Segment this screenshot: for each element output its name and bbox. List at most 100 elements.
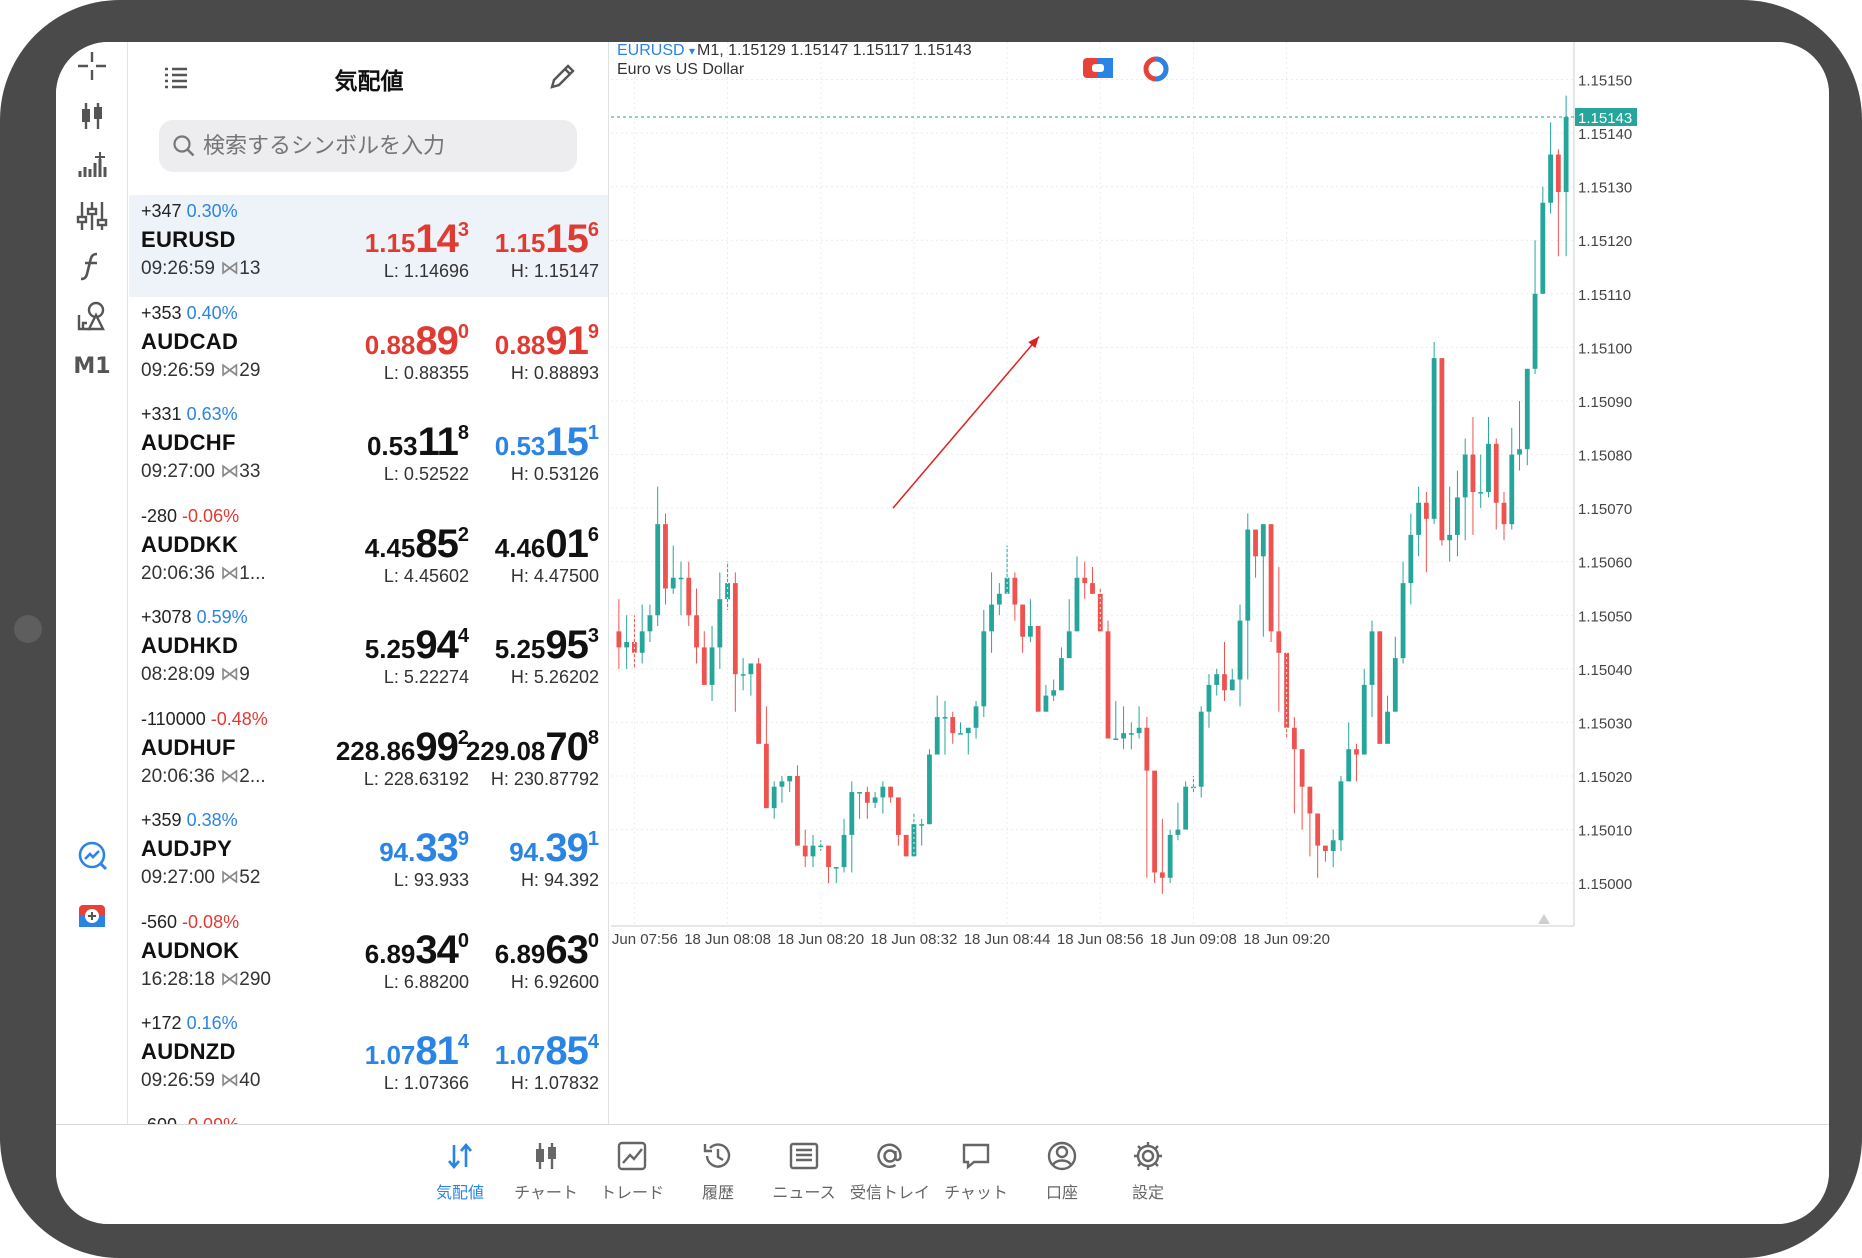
y-tick-label: 1.15140 [1578, 126, 1632, 143]
candle-body [1540, 202, 1546, 294]
ask-price[interactable]: 1.07854 [495, 1029, 599, 1074]
bid-prefix: 94. [379, 837, 416, 867]
edit-pencil-icon[interactable] [547, 62, 577, 92]
low-price: L: 0.88355 [383, 362, 469, 383]
volume-icon[interactable] [56, 142, 128, 190]
bid-price[interactable]: 94.339 [379, 826, 469, 871]
signal-ring-icon[interactable] [1141, 54, 1171, 84]
function-icon[interactable] [56, 242, 128, 290]
chart-symbol[interactable]: EURUSD ▾ [617, 42, 695, 60]
indicators-icon[interactable] [56, 192, 128, 240]
candle-body [903, 834, 909, 857]
chart-area[interactable]: 1.15150 1.15140 1.15130 1.15120 1.15110 1.151… [609, 42, 1829, 1124]
candle-body [756, 663, 762, 744]
tab-chat[interactable]: チャット [931, 1133, 1021, 1213]
candle-body [1423, 502, 1429, 519]
candle-body [958, 733, 963, 735]
bid-price[interactable]: 0.88890 [365, 319, 469, 364]
quote-row-partial[interactable]: -600 -0.09% [129, 1109, 608, 1125]
bid-prefix: 1.07 [364, 1040, 416, 1070]
bid-price[interactable]: 5.25944 [365, 623, 469, 668]
ask-point: 1 [587, 422, 599, 444]
quote-row-auddkk[interactable]: -280 -0.06% AUDDKK 20:06:36 ⋈1... 4.45852 4.… [129, 500, 608, 602]
candle-body [942, 717, 948, 719]
time-value: 09:27:00 [141, 867, 215, 888]
tab-news[interactable]: ニュース [759, 1133, 849, 1213]
objects-icon[interactable] [56, 292, 128, 340]
candle-body [833, 867, 839, 869]
ask-pips: 15 [545, 420, 588, 464]
spread-value: 40 [239, 1070, 261, 1091]
candle-body [1051, 690, 1057, 696]
ask-price[interactable]: 229.08708 [466, 725, 599, 770]
change-percent: 0.59% [196, 607, 248, 627]
one-click-icon[interactable] [56, 892, 128, 940]
ask-prefix: 1.15 [494, 228, 546, 258]
trade-signal-icon[interactable] [56, 832, 128, 880]
quote-row-audhuf[interactable]: -110000 -0.48% AUDHUF 20:06:36 ⋈2... 228.86… [129, 703, 608, 805]
bid-price[interactable]: 6.89340 [365, 928, 469, 973]
bid-price[interactable]: 1.15143 [365, 217, 469, 262]
symbol-name: AUDNOK [141, 937, 240, 963]
y-tick-label: 1.15130 [1578, 180, 1632, 197]
tab-quotes[interactable]: 気配値 [415, 1133, 505, 1213]
symbol-search[interactable] [159, 120, 577, 172]
candle-body [763, 743, 769, 809]
candle-body [748, 663, 754, 675]
bid-pips: 14 [415, 217, 458, 261]
ask-price[interactable]: 1.15156 [495, 217, 599, 262]
trend-arrow-line[interactable] [892, 336, 1040, 509]
one-click-trading-icon[interactable] [1083, 56, 1113, 80]
spread-value: 52 [239, 867, 261, 888]
y-tick-label: 1.15110 [1578, 287, 1631, 304]
tab-settings[interactable]: 設定 [1103, 1133, 1193, 1213]
quote-row-audchf[interactable]: +331 0.63% AUDCHF 09:27:00 ⋈33 0.53118 0.531… [129, 398, 608, 500]
tab-chart[interactable]: チャート [501, 1133, 591, 1213]
change-percent: 0.38% [186, 810, 238, 830]
candle-body [1152, 770, 1158, 873]
ask-pips: 70 [545, 724, 588, 769]
crosshair-icon[interactable] [56, 42, 128, 90]
candle-body [1136, 727, 1142, 734]
candle-body [1245, 529, 1251, 621]
bid-prefix: 0.53 [366, 431, 418, 461]
bid-price[interactable]: 4.45852 [365, 522, 469, 567]
daily-change: -560 -0.08% [141, 912, 239, 933]
bid-prefix: 1.15 [364, 228, 416, 258]
ask-price[interactable]: 6.89630 [495, 928, 599, 973]
ask-price[interactable]: 4.46016 [495, 522, 599, 567]
tab-account[interactable]: 口座 [1017, 1133, 1107, 1213]
bid-price[interactable]: 228.86992 [336, 725, 469, 770]
tab-history[interactable]: 履歴 [673, 1133, 763, 1213]
home-button[interactable] [14, 615, 42, 643]
quote-row-audnok[interactable]: -560 -0.08% AUDNOK 16:28:18 ⋈290 6.89340 6.8… [129, 906, 608, 1008]
high-price: H: 230.87792 [490, 768, 599, 789]
quote-row-audhkd[interactable]: +3078 0.59% AUDHKD 08:28:09 ⋈9 5.25944 5.259… [129, 601, 608, 703]
y-tick-label: 1.15150 [1578, 73, 1632, 90]
quotes-icon [448, 1142, 472, 1170]
ask-price[interactable]: 5.25953 [495, 623, 599, 668]
change-points: +347 [141, 201, 182, 221]
news-icon [789, 1142, 819, 1170]
ask-price[interactable]: 94.391 [509, 826, 599, 871]
quote-row-audnzd[interactable]: +172 0.16% AUDNZD 09:26:59 ⋈40 1.07814 1.078… [129, 1007, 608, 1109]
ask-pips: 95 [545, 623, 588, 667]
ask-price[interactable]: 0.53151 [495, 420, 599, 465]
tab-mailbox[interactable]: 受信トレイ [845, 1133, 935, 1213]
candle-body [1369, 631, 1375, 685]
timeframe-button[interactable]: M1 [56, 342, 128, 390]
price-chart[interactable]: 1.15150 1.15140 1.15130 1.15120 1.15110 1.151… [609, 42, 1829, 1124]
candles-icon[interactable] [56, 92, 128, 140]
high-price: H: 4.47500 [510, 565, 599, 586]
search-input[interactable] [203, 133, 563, 159]
quote-row-audcad[interactable]: +353 0.40% AUDCAD 09:26:59 ⋈29 0.88890 0.889… [129, 297, 608, 399]
ask-prefix: 5.25 [494, 634, 546, 664]
quote-row-eurusd[interactable]: +347 0.30% EURUSD 09:26:59 ⋈13 1.15143 1.151… [129, 195, 608, 297]
bid-price[interactable]: 0.53118 [367, 420, 469, 465]
quote-row-audjpy[interactable]: +359 0.38% AUDJPY 09:27:00 ⋈52 94.339 94.391… [129, 804, 608, 906]
y-tick-label: 1.15090 [1578, 394, 1632, 411]
tab-trade[interactable]: トレード [587, 1133, 677, 1213]
scroll-end-marker[interactable] [1538, 914, 1550, 924]
ask-price[interactable]: 0.88919 [495, 319, 599, 364]
bid-price[interactable]: 1.07814 [365, 1029, 469, 1074]
